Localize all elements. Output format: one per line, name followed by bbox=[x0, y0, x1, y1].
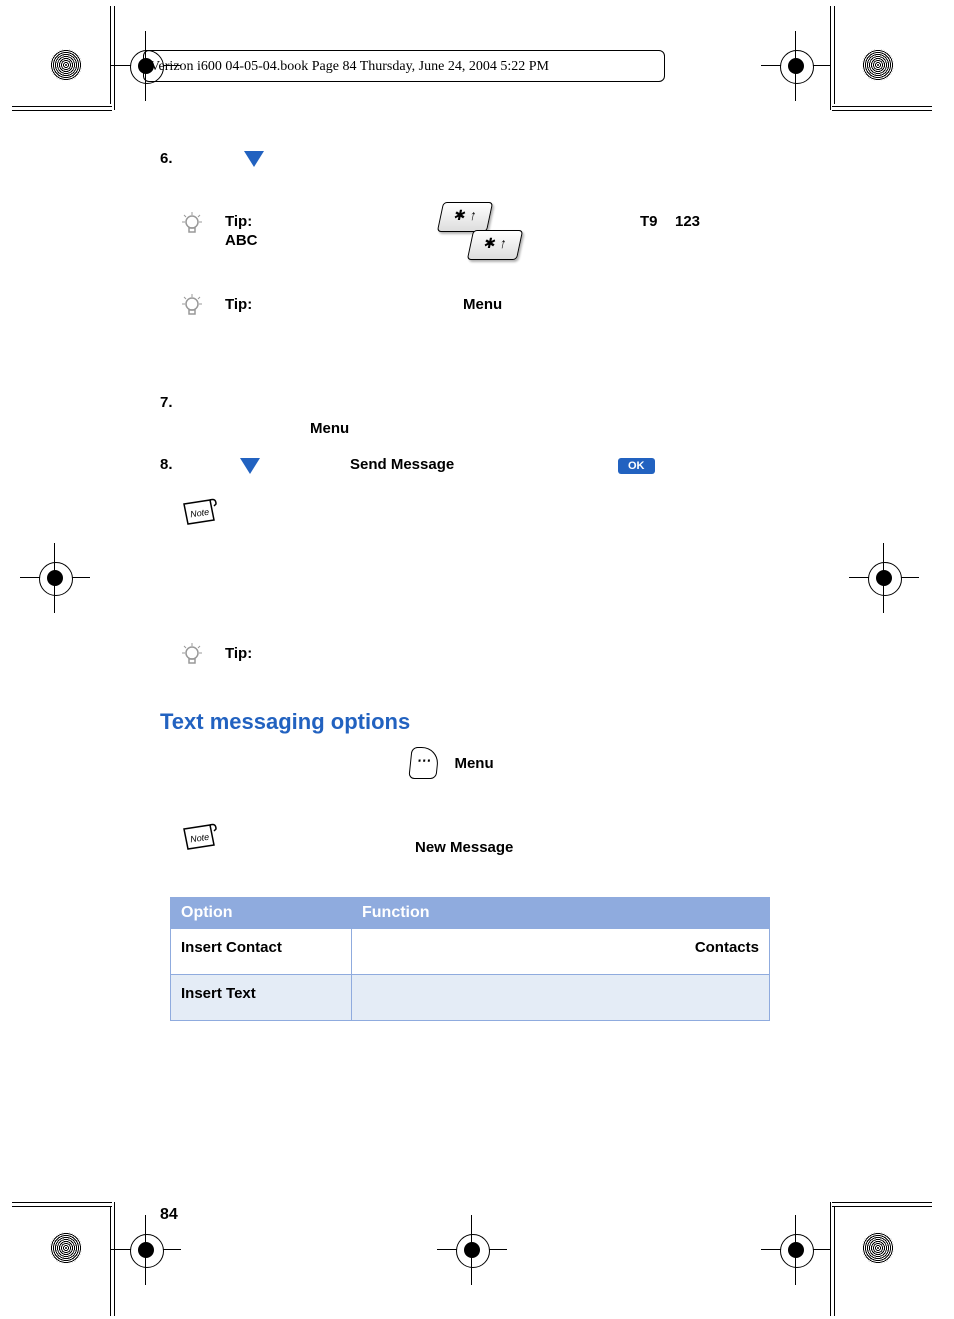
cross-target-icon bbox=[776, 1230, 816, 1270]
frame-line bbox=[834, 6, 835, 104]
frame-line bbox=[110, 6, 111, 104]
header-function: Function bbox=[352, 898, 770, 929]
tip-label: Tip: bbox=[225, 296, 252, 313]
note-row-1: Note bbox=[180, 496, 800, 533]
lightbulb-icon bbox=[180, 294, 204, 318]
tip-row-2: Tip: Menu bbox=[180, 294, 800, 324]
tip-label: Tip: bbox=[225, 645, 252, 662]
registration-mark-icon bbox=[50, 1232, 82, 1264]
step-6: 6. bbox=[160, 150, 800, 168]
n123-label: 123 bbox=[675, 213, 700, 230]
option-cell: Insert Text bbox=[171, 975, 352, 1021]
page-number: 84 bbox=[160, 1206, 178, 1224]
function-cell bbox=[352, 975, 770, 1021]
section-title: Text messaging options bbox=[160, 709, 800, 735]
softkey-icon bbox=[408, 747, 439, 779]
page-info-text: Verizon i600 04-05-04.book Page 84 Thurs… bbox=[150, 59, 549, 75]
cross-target-icon bbox=[126, 1230, 166, 1270]
frame-line bbox=[12, 110, 112, 111]
frame-line bbox=[12, 106, 112, 107]
note-icon: Note bbox=[180, 821, 220, 853]
page-content: 6. Tip: ABC ✱ ↑ ✱ ↑ T9 123 Ti bbox=[160, 150, 800, 1021]
frame-line bbox=[114, 6, 115, 110]
lightbulb-icon bbox=[180, 212, 204, 236]
asterisk-key-icon: ✱ ↑ bbox=[437, 202, 493, 232]
table-row: Insert Contact Contacts bbox=[171, 929, 770, 975]
step-7: 7. Menu bbox=[160, 394, 800, 438]
note-icon: Note bbox=[180, 496, 220, 528]
frame-line bbox=[834, 1206, 835, 1316]
tip-row-1: Tip: ABC ✱ ↑ ✱ ↑ T9 123 bbox=[180, 208, 800, 268]
menu-label: Menu bbox=[463, 296, 502, 313]
frame-line bbox=[832, 106, 932, 107]
tip-row-3: Tip: bbox=[180, 643, 800, 673]
asterisk-key-icon: ✱ ↑ bbox=[467, 230, 523, 260]
frame-line bbox=[114, 1202, 115, 1316]
function-cell: Contacts bbox=[352, 929, 770, 975]
frame-line bbox=[830, 1202, 831, 1316]
frame-line bbox=[832, 1202, 932, 1203]
registration-mark-icon bbox=[862, 49, 894, 81]
menu-label: Menu bbox=[454, 755, 493, 772]
header-option: Option bbox=[171, 898, 352, 929]
new-message-label: New Message bbox=[415, 839, 513, 856]
step-number: 7. bbox=[160, 394, 190, 411]
table-header-row: Option Function bbox=[171, 898, 770, 929]
registration-mark-icon bbox=[862, 1232, 894, 1264]
note-row-2: Note New Message bbox=[180, 821, 800, 861]
frame-line bbox=[830, 6, 831, 110]
table-row: Insert Text bbox=[171, 975, 770, 1021]
contacts-label: Contacts bbox=[695, 939, 759, 956]
frame-line bbox=[832, 1206, 932, 1207]
cross-target-icon bbox=[776, 46, 816, 86]
options-table: Option Function Insert Contact Contacts … bbox=[170, 897, 770, 1021]
down-triangle-icon bbox=[244, 151, 264, 167]
step-number: 8. bbox=[160, 456, 190, 473]
tip-label: Tip: bbox=[225, 213, 252, 230]
down-triangle-icon bbox=[240, 458, 260, 474]
ok-button-icon: OK bbox=[618, 458, 655, 474]
t9-label: T9 bbox=[640, 213, 658, 230]
softkey-menu-row: Menu bbox=[410, 747, 800, 781]
cross-target-icon bbox=[864, 558, 904, 598]
menu-label: Menu bbox=[310, 420, 349, 437]
frame-line bbox=[110, 1206, 111, 1316]
frame-line bbox=[832, 110, 932, 111]
lightbulb-icon bbox=[180, 643, 204, 667]
send-message-label: Send Message bbox=[350, 456, 454, 473]
step-8: 8. Send Message OK bbox=[160, 456, 800, 486]
option-cell: Insert Contact bbox=[171, 929, 352, 975]
frame-line bbox=[12, 1206, 112, 1207]
cross-target-icon bbox=[35, 558, 75, 598]
abc-label: ABC bbox=[225, 232, 258, 249]
frame-line bbox=[12, 1202, 112, 1203]
cross-target-icon bbox=[452, 1230, 492, 1270]
registration-mark-icon bbox=[50, 49, 82, 81]
step-number: 6. bbox=[160, 150, 190, 167]
